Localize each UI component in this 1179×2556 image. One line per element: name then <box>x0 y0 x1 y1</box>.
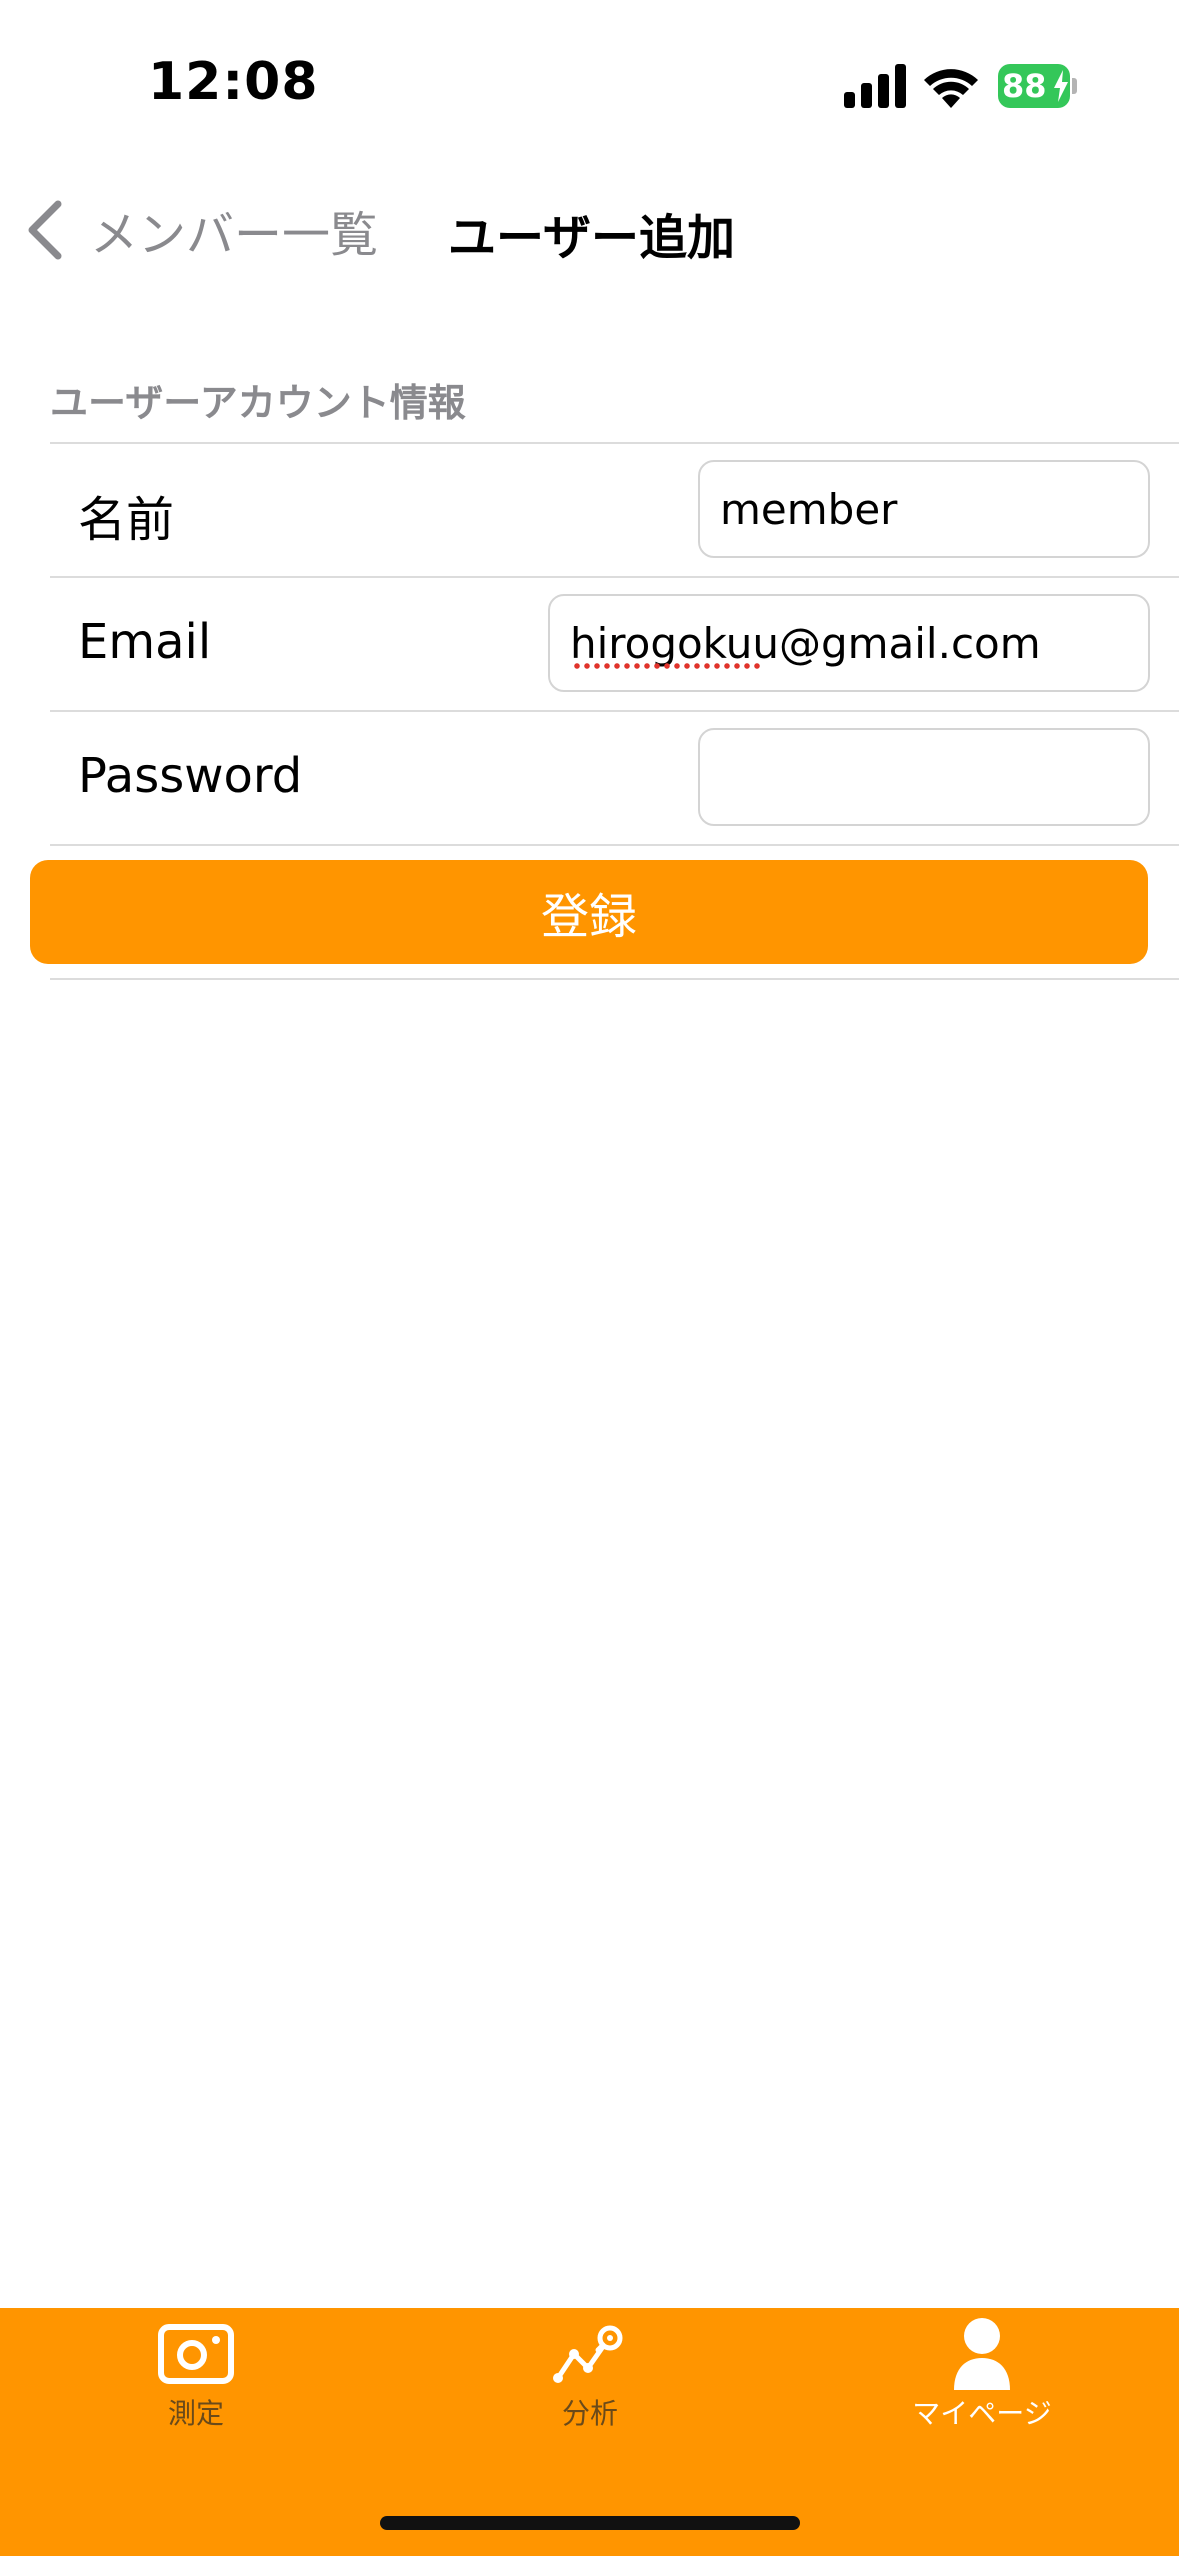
spellcheck-underline <box>572 662 760 670</box>
back-button[interactable]: メンバー一覧 <box>22 190 378 270</box>
cellular-signal-icon <box>844 64 906 108</box>
back-button-label: メンバー一覧 <box>90 207 379 263</box>
divider <box>50 844 1179 846</box>
battery-level: 88 <box>1002 67 1047 105</box>
chevron-left-icon <box>28 200 62 260</box>
analytics-icon <box>553 2325 623 2383</box>
name-label: 名前 <box>78 492 175 548</box>
name-row: 名前 <box>50 444 1179 576</box>
page-title: ユーザー追加 <box>448 210 736 266</box>
password-row: Password <box>50 712 1179 844</box>
screen: 12:08 88 メンバー一覧 ユーザー追加 ユーザーアカウント情報 名前 me… <box>0 0 1179 2556</box>
battery-icon: 88 <box>998 64 1077 108</box>
password-input[interactable] <box>698 728 1150 826</box>
tab-analysis[interactable]: 分析 <box>460 2324 720 2474</box>
section-header: ユーザーアカウント情報 <box>50 381 466 425</box>
tab-measure[interactable]: 測定 <box>66 2324 326 2474</box>
wifi-icon <box>924 69 978 108</box>
tab-measure-label: 測定 <box>167 2397 224 2430</box>
tab-analysis-label: 分析 <box>561 2397 618 2430</box>
email-label: Email <box>78 614 212 670</box>
person-icon <box>954 2318 1010 2390</box>
home-indicator[interactable] <box>380 2516 800 2530</box>
password-label: Password <box>78 748 303 804</box>
email-input[interactable] <box>548 594 1150 692</box>
camera-icon <box>158 2324 234 2384</box>
status-time: 12:08 <box>148 52 319 112</box>
email-row: Email <box>50 578 1179 710</box>
tab-mypage-label: マイページ <box>912 2397 1052 2430</box>
navigation-bar: メンバー一覧 ユーザー追加 <box>0 180 1179 280</box>
divider <box>50 978 1179 980</box>
tab-mypage[interactable]: マイページ <box>852 2318 1112 2474</box>
register-button[interactable]: 登録 <box>30 860 1148 964</box>
status-bar: 12:08 88 <box>0 0 1179 170</box>
charging-bolt-icon <box>1054 70 1068 102</box>
name-input[interactable] <box>698 460 1150 558</box>
